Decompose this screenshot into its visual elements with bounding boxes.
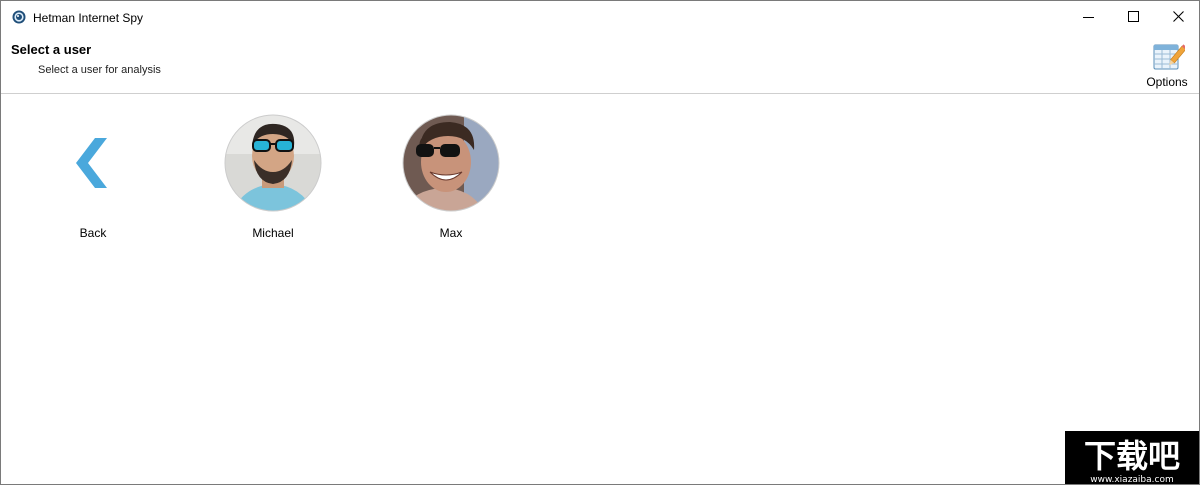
page-subtitle: Select a user for analysis — [38, 64, 161, 76]
page-header: Select a user Select a user for analysis… — [1, 33, 1199, 93]
title-bar[interactable]: Hetman Internet Spy — [1, 1, 1199, 33]
avatar — [224, 114, 322, 212]
svg-text:下载吧: 下载吧 — [1084, 437, 1180, 475]
options-label: Options — [1146, 75, 1188, 89]
user-tile-michael[interactable]: Michael — [213, 114, 333, 244]
eye-icon — [12, 10, 26, 24]
back-label: Back — [79, 226, 107, 240]
svg-text:www.xiazaiba.com: www.xiazaiba.com — [1090, 475, 1174, 485]
maximize-button[interactable] — [1111, 1, 1156, 33]
watermark-logo: 下载吧 www.xiazaiba.com — [1065, 431, 1199, 485]
minimize-icon — [1083, 17, 1094, 18]
back-chevron-icon — [76, 138, 107, 188]
close-button[interactable] — [1156, 1, 1199, 33]
user-label-max: Max — [439, 226, 463, 240]
minimize-button[interactable] — [1066, 1, 1111, 33]
maximize-icon — [1128, 11, 1139, 22]
options-button[interactable]: Options — [1139, 37, 1195, 91]
user-label-michael: Michael — [252, 226, 294, 240]
page-title: Select a user — [11, 42, 92, 57]
close-icon — [1173, 11, 1184, 22]
user-tile-max[interactable]: Max — [391, 114, 511, 244]
options-icon — [1153, 44, 1185, 70]
window-title: Hetman Internet Spy — [33, 11, 144, 25]
avatar — [402, 114, 500, 212]
app-window: Hetman Internet Spy Select a user Select… — [0, 0, 1200, 485]
back-tile[interactable]: Back — [33, 114, 153, 244]
user-list: Back Michael Max — [1, 94, 1199, 484]
